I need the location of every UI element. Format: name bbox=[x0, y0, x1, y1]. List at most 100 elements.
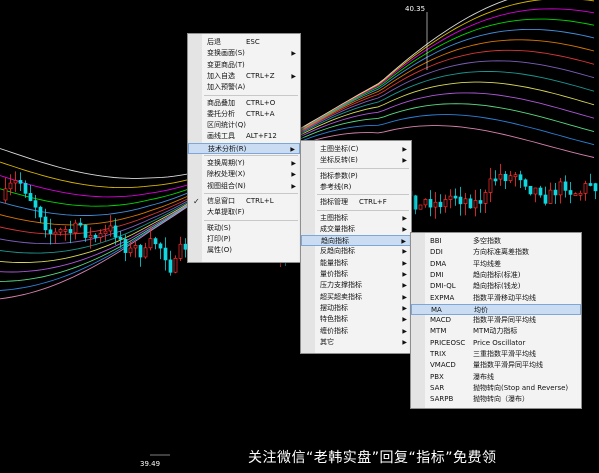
submenu-arrow-icon: ▶ bbox=[402, 214, 407, 222]
trend-menu-item-label: MACD bbox=[430, 316, 451, 325]
tech-menu-item[interactable]: 超买超卖指标 ▶ bbox=[301, 292, 411, 303]
context-menu-item-label: 信息窗口 bbox=[207, 196, 235, 205]
tech-menu-item[interactable]: 其它 ▶ bbox=[301, 337, 411, 348]
trend-menu-item[interactable]: MACD 指数平滑异同平均线 bbox=[411, 315, 581, 326]
tech-menu-item[interactable]: 能量指标 ▶ bbox=[301, 258, 411, 269]
context-menu-item-label: 后退 bbox=[207, 38, 221, 46]
tech-menu-item[interactable]: 主图坐标(C) ▶ bbox=[301, 144, 411, 155]
submenu-arrow-icon: ▶ bbox=[402, 225, 407, 233]
trend-menu-item[interactable]: DMI-QL 趋向指标(钱龙) bbox=[411, 281, 581, 292]
candle-body bbox=[53, 231, 58, 235]
trend-menu-item-shortcut: 多空指数 bbox=[473, 237, 501, 245]
trend-menu-item[interactable]: MTM MTM动力指标 bbox=[411, 326, 581, 337]
context-menu-item-label: 加入预警(A) bbox=[207, 83, 246, 92]
tech-menu-item[interactable]: 主图指标 ▶ bbox=[301, 213, 411, 224]
submenu-arrow-icon: ▶ bbox=[402, 282, 407, 290]
candle-body bbox=[58, 229, 63, 233]
candle-body bbox=[413, 195, 418, 210]
menu-separator bbox=[317, 194, 409, 196]
context-menu-item-label: 联动(S) bbox=[207, 223, 231, 232]
tech-menu-item-label: 量价指标 bbox=[320, 270, 348, 278]
tech-menu-item[interactable]: 趋向指标 ▶ bbox=[301, 235, 411, 247]
context-menu-item-label: 变换画面(S) bbox=[207, 49, 245, 58]
context-menu-item[interactable]: 变换画面(S) ▶ bbox=[188, 48, 300, 59]
context-menu-item[interactable]: 技术分析(R) ▶ bbox=[188, 142, 300, 154]
high-price-label: 40.35 bbox=[405, 5, 426, 13]
trend-menu-item[interactable]: MA 均价 bbox=[411, 303, 581, 315]
tech-menu-item-label: 主图指标 bbox=[320, 213, 348, 222]
context-menu-item[interactable]: 加入自选 CTRL+Z ▶ bbox=[188, 71, 300, 82]
context-menu-item[interactable]: 后退 ESC bbox=[188, 37, 300, 48]
context-menu-item[interactable]: 区间统计(Q) bbox=[188, 120, 300, 131]
candle-body bbox=[458, 196, 463, 205]
trend-menu-item[interactable]: BBI 多空指数 bbox=[411, 236, 581, 247]
context-menu-item-label: 除权处理(X) bbox=[207, 170, 246, 179]
context-menu-item-label: 委托分析 bbox=[207, 109, 235, 118]
trend-menu-item-label: SAR bbox=[430, 383, 445, 392]
trend-menu-item[interactable]: PRICEOSC Price Oscillator bbox=[411, 338, 581, 349]
tech-menu-item-label: 指标管理 bbox=[320, 198, 348, 207]
trend-menu-item[interactable]: DMI 趋向指标(标准) bbox=[411, 270, 581, 281]
candle-body bbox=[558, 181, 563, 196]
submenu-arrow-icon: ▶ bbox=[290, 145, 295, 153]
trend-menu-item-label: DMI bbox=[430, 270, 444, 279]
candle-body bbox=[98, 233, 103, 238]
trend-menu-item[interactable]: SARPB 抛物转向（瀑布） bbox=[411, 394, 581, 405]
tech-menu-item-label: 摆动指标 bbox=[320, 303, 348, 312]
tech-menu-item[interactable]: 指标管理 CTRL+F bbox=[301, 197, 411, 208]
tech-menu-item[interactable]: 成交量指标 ▶ bbox=[301, 224, 411, 235]
trend-menu-item-shortcut: MTM动力指标 bbox=[473, 327, 518, 336]
submenu-arrow-icon: ▶ bbox=[291, 72, 296, 80]
tech-menu-item[interactable]: 参考线(R) bbox=[301, 182, 411, 193]
candle-body bbox=[468, 198, 473, 209]
tech-menu-item[interactable]: 摆动指标 ▶ bbox=[301, 303, 411, 314]
trend-menu-item[interactable]: TRIX 三重指数平滑平均线 bbox=[411, 349, 581, 360]
candle-body bbox=[93, 234, 98, 238]
context-menu-item[interactable]: 除权处理(X) ▶ bbox=[188, 169, 300, 180]
context-menu-item[interactable]: 大单提取(F) bbox=[188, 207, 300, 218]
context-menu-item-label: 视图组合(N) bbox=[207, 181, 246, 190]
tech-menu-item[interactable]: 特色指标 ▶ bbox=[301, 314, 411, 325]
trend-menu-item-shortcut: 抛物转向(Stop and Reverse) bbox=[473, 383, 569, 392]
candle-body bbox=[513, 174, 518, 178]
context-menu-item[interactable]: ✓ 信息窗口 CTRL+L bbox=[188, 196, 300, 207]
tech-menu-item[interactable]: 指标参数(P) bbox=[301, 171, 411, 182]
candle-body bbox=[438, 201, 443, 208]
context-menu-item[interactable]: 加入预警(A) bbox=[188, 82, 300, 93]
candle-body bbox=[68, 229, 73, 234]
context-menu-item-label: 加入自选 bbox=[207, 71, 235, 80]
trend-menu-item-shortcut: 三重指数平滑平均线 bbox=[473, 350, 536, 358]
context-menu-item[interactable]: 画线工具 ALT+F12 bbox=[188, 131, 300, 142]
trend-menu-item[interactable]: DDI 方向标准离差指数 bbox=[411, 247, 581, 258]
trend-menu-item[interactable]: SAR 抛物转向(Stop and Reverse) bbox=[411, 383, 581, 394]
context-menu-item[interactable]: 变更商品(T) bbox=[188, 60, 300, 71]
submenu-arrow-icon: ▶ bbox=[291, 171, 296, 179]
context-menu-item[interactable]: 视图组合(N) ▶ bbox=[188, 181, 300, 192]
tech-menu-item[interactable]: 压力支撑指标 ▶ bbox=[301, 280, 411, 291]
trend-menu-item-label: DMI-QL bbox=[430, 282, 456, 291]
context-menu-item[interactable]: 商品叠加 CTRL+O bbox=[188, 98, 300, 109]
tech-menu-item[interactable]: 反趋向指标 ▶ bbox=[301, 246, 411, 257]
context-menu-item[interactable]: 联动(S) bbox=[188, 223, 300, 234]
tech-menu-item[interactable]: 缠价指标 ▶ bbox=[301, 326, 411, 337]
candle-body bbox=[13, 180, 18, 184]
tech-menu-item[interactable]: 量价指标 ▶ bbox=[301, 269, 411, 280]
candle-body bbox=[33, 200, 38, 208]
candle-body bbox=[78, 222, 83, 226]
candle-body bbox=[118, 236, 123, 240]
context-menu-item[interactable]: 打印(P) bbox=[188, 234, 300, 245]
tech-menu-item-label: 特色指标 bbox=[320, 315, 348, 324]
trend-menu-item[interactable]: PBX 瀑布线 bbox=[411, 372, 581, 383]
context-menu-item[interactable]: 变换周期(Y) ▶ bbox=[188, 158, 300, 169]
tech-menu-item[interactable]: 坐标反转(E) ▶ bbox=[301, 155, 411, 166]
trend-menu-item[interactable]: VMACD 量指数平滑异同平均线 bbox=[411, 360, 581, 371]
trend-menu-item[interactable]: EXPMA 指数平滑移动平均线 bbox=[411, 293, 581, 304]
submenu-arrow-icon: ▶ bbox=[402, 316, 407, 324]
trend-menu-item-label: BBI bbox=[430, 237, 442, 245]
candle-body bbox=[433, 201, 438, 208]
context-menu-item[interactable]: 属性(O) bbox=[188, 245, 300, 256]
trend-menu-item[interactable]: DMA 平均线差 bbox=[411, 259, 581, 270]
context-menu-item[interactable]: 委托分析 CTRL+A bbox=[188, 109, 300, 120]
candle-body bbox=[173, 257, 178, 273]
candle-body bbox=[178, 243, 183, 259]
